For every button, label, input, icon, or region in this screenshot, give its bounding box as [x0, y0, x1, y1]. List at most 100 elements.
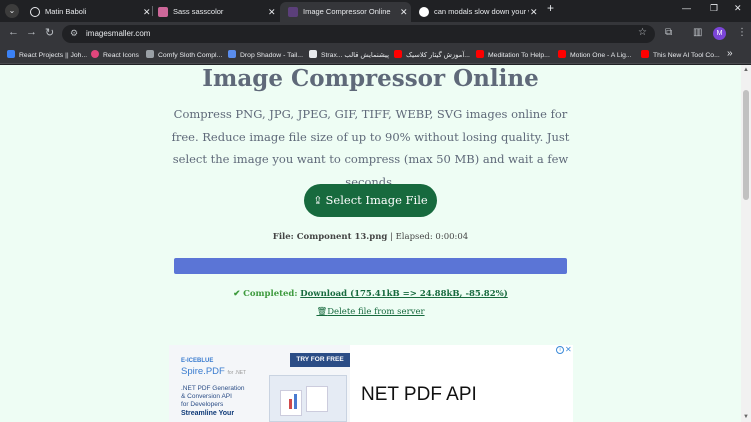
ad-chart-bar	[289, 399, 292, 409]
ad-info-icon[interactable]: i	[556, 346, 564, 354]
bookmark-label: React Icons	[103, 52, 139, 59]
comfy-sloth-icon	[146, 50, 154, 58]
file-name: File: Component 13.png	[272, 232, 388, 242]
ad-product-name: Spire.PDF	[181, 366, 225, 377]
ad-product-suffix: for .NET	[227, 370, 247, 376]
bookmark-item[interactable]: This New AI Tool Co...	[641, 50, 720, 59]
scroll-up-icon[interactable]: ▲	[743, 67, 749, 73]
tab-4-title: can modals slow down your we	[434, 7, 529, 16]
bookmark-label: Drop Shadow - Tail...	[240, 52, 303, 59]
ad-sheet	[280, 390, 302, 416]
reload-icon[interactable]: ↻	[45, 26, 54, 39]
tab-1-title: Matin Baboli	[45, 7, 87, 16]
youtube-icon	[641, 50, 649, 58]
react-projects-icon	[7, 50, 15, 58]
ad-close-icon[interactable]: ✕	[565, 345, 572, 354]
bookmark-item[interactable]: Meditation To Help...	[476, 50, 550, 59]
file-info: File: Component 13.png | Elapsed: 0:00:0…	[0, 232, 741, 242]
bookmark-item[interactable]: React Projects || Joh...	[7, 50, 87, 59]
progress-bar	[174, 258, 567, 274]
url-text: imagesmaller.com	[86, 29, 151, 38]
ad-text-line: for Developers	[181, 401, 224, 408]
youtube-icon	[558, 50, 566, 58]
advertisement-banner[interactable]: E-ICEBLUE Spire.PDF for .NET .NET PDF Ge…	[169, 345, 573, 422]
ad-try-button[interactable]: TRY FOR FREE	[290, 353, 350, 367]
ad-text-line: & Conversion API	[181, 393, 232, 400]
github-icon	[30, 7, 40, 17]
bookmark-label: Motion One - A Lig...	[570, 52, 632, 59]
select-image-button[interactable]: ⇪ Select Image File	[304, 184, 437, 217]
sass-icon	[158, 7, 168, 17]
tab-4[interactable]: can modals slow down your we ✕	[411, 2, 542, 22]
ad-document-illustration	[269, 375, 347, 422]
ad-brand: E-ICEBLUE	[181, 358, 214, 364]
ad-text-line: .NET PDF Generation	[181, 385, 245, 392]
tab-3-title: Image Compressor Online, Red	[303, 7, 391, 16]
extensions-icon[interactable]: ⧉	[665, 27, 672, 38]
tab-3-active[interactable]: Image Compressor Online, Red ✕	[280, 2, 411, 22]
profile-avatar[interactable]: M	[713, 27, 726, 40]
ad-text-line: Streamline Your	[181, 410, 235, 417]
download-link[interactable]: Download (175.41kB => 24.88kB, -85.82%)	[300, 289, 508, 299]
side-panel-icon[interactable]: ▥	[693, 27, 702, 38]
scroll-down-icon[interactable]: ▼	[743, 414, 749, 420]
youtube-icon	[476, 50, 484, 58]
trash-icon[interactable]: 🗑	[316, 307, 327, 317]
bookmarks-bar: React Projects || Joh... React Icons Com…	[0, 46, 751, 64]
address-bar[interactable]: ⚙ imagesmaller.com ☆	[62, 25, 655, 43]
browser-toolbar: ← → ↻ ⚙ imagesmaller.com ☆ ⧉ ▥ M ⋮	[0, 22, 751, 46]
bookmark-item[interactable]: Motion One - A Lig...	[558, 50, 632, 59]
new-tab-button[interactable]: +	[547, 1, 554, 15]
page-scrollbar[interactable]: ▲ ▼	[741, 65, 751, 422]
google-icon	[419, 7, 429, 17]
tab-1[interactable]: Matin Baboli ✕	[22, 2, 153, 22]
page-description: Compress PNG, JPG, JPEG, GIF, TIFF, WEBP…	[171, 107, 570, 189]
tailwind-icon	[228, 50, 236, 58]
close-icon[interactable]: ✕	[400, 2, 408, 22]
close-icon[interactable]: ✕	[530, 2, 538, 22]
window-close-icon[interactable]: ✕	[734, 3, 742, 14]
bookmark-star-icon[interactable]: ☆	[638, 27, 647, 38]
delete-row: 🗑Delete file from server	[0, 307, 741, 317]
bookmark-label: Comfy Sloth Compl...	[158, 52, 223, 59]
forward-arrow-icon[interactable]: →	[26, 26, 37, 38]
check-icon: ✔	[233, 289, 241, 299]
ad-left-panel: E-ICEBLUE Spire.PDF for .NET .NET PDF Ge…	[169, 345, 350, 422]
page-content: Image Compressor Online Compress PNG, JP…	[0, 65, 741, 422]
site-info-icon[interactable]: ⚙	[70, 28, 78, 39]
completion-status: ✔ Completed: Download (175.41kB => 24.88…	[0, 289, 741, 299]
ad-product: Spire.PDF for .NET	[181, 366, 246, 377]
tab-2[interactable]: Sass sasscolor ✕	[150, 2, 281, 22]
bookmark-label: Strax... پیشنمایش قالب	[321, 52, 389, 59]
menu-dots-icon[interactable]: ⋮	[737, 27, 747, 38]
more-bookmarks-icon[interactable]: »	[727, 48, 733, 59]
bookmark-label: آموزش گیتار کلاسیک...	[406, 52, 470, 59]
page-title: Image Compressor Online	[202, 65, 539, 92]
completed-label: Completed:	[243, 289, 298, 299]
youtube-icon	[394, 50, 402, 58]
restore-icon[interactable]: ❐	[710, 3, 718, 14]
back-arrow-icon[interactable]: ←	[8, 26, 19, 38]
globe-icon	[309, 50, 317, 58]
bookmark-label: This New AI Tool Co...	[653, 52, 720, 59]
imagesmaller-icon	[288, 7, 298, 17]
react-icons-icon	[91, 50, 99, 58]
select-image-label: Select Image File	[325, 193, 428, 207]
ad-headline: NET PDF API	[361, 384, 477, 405]
ad-sheet	[306, 386, 328, 412]
bookmark-item[interactable]: Drop Shadow - Tail...	[228, 50, 303, 59]
bookmark-item[interactable]: React Icons	[91, 50, 139, 59]
bookmark-item[interactable]: Comfy Sloth Compl...	[146, 50, 222, 59]
tab-strip: ⌄ Matin Baboli ✕ Sass sasscolor ✕ Image …	[0, 0, 751, 22]
bookmark-item[interactable]: Strax... پیشنمایش قالب	[309, 50, 389, 59]
delete-file-link[interactable]: Delete file from server	[327, 307, 424, 317]
tab-search-icon[interactable]: ⌄	[5, 4, 19, 18]
minimize-icon[interactable]: —	[682, 3, 691, 13]
close-icon[interactable]: ✕	[268, 2, 276, 22]
elapsed-time: | Elapsed: 0:00:04	[390, 232, 469, 242]
bookmark-item[interactable]: آموزش گیتار کلاسیک...	[394, 50, 470, 59]
upload-icon: ⇪	[313, 194, 323, 207]
scroll-thumb[interactable]	[743, 90, 749, 200]
bookmark-label: React Projects || Joh...	[19, 52, 88, 59]
ad-chart-bar	[294, 394, 297, 409]
